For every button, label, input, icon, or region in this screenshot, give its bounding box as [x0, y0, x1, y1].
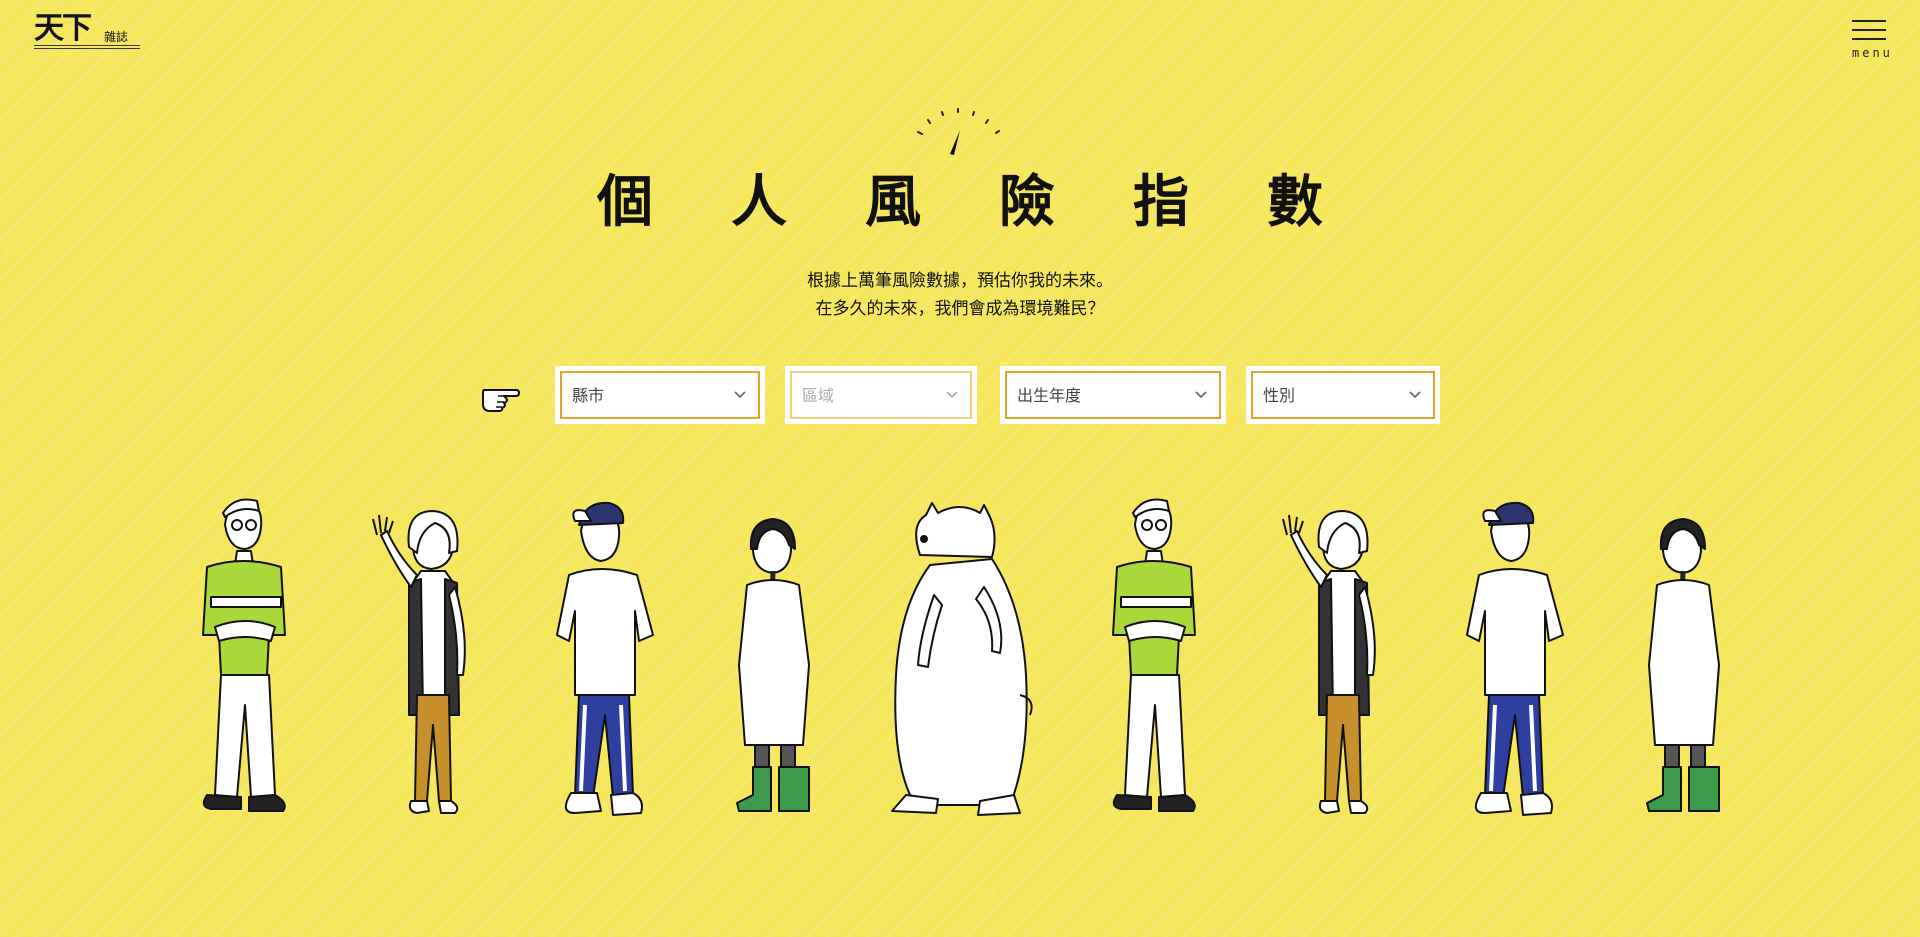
county-select-label: 縣市 — [572, 386, 605, 405]
gender-select-box[interactable]: 性別 — [1251, 371, 1435, 419]
woman-waving-icon[interactable] — [365, 495, 485, 825]
district-select-label: 區域 — [802, 386, 835, 405]
polar-bear-icon[interactable] — [880, 495, 1040, 825]
hamburger-icon — [1852, 20, 1886, 22]
man-glasses-green-shirt-icon[interactable] — [1095, 495, 1215, 825]
girl-braids-green-boots-icon[interactable] — [725, 495, 825, 825]
chevron-down-icon — [1409, 391, 1421, 399]
hamburger-icon-bar — [1852, 38, 1886, 40]
gender-select-label: 性別 — [1263, 386, 1296, 405]
subtitle-line: 根據上萬筆風險數據，預估你我的未來。 — [807, 271, 1113, 291]
girl-braids-green-boots-icon[interactable] — [1635, 495, 1735, 825]
menu-label: menu — [1852, 46, 1893, 60]
pointing-hand-icon — [482, 389, 520, 412]
page-title: 個人風險指數 — [597, 170, 1401, 235]
menu-button[interactable]: menu — [1848, 18, 1898, 64]
logo-main-text: 天下 — [34, 11, 92, 46]
hamburger-icon-bar — [1852, 29, 1886, 31]
chevron-down-icon — [734, 391, 746, 399]
page-subtitle: 根據上萬筆風險數據，預估你我的未來。 在多久的未來，我們會成為環境難民？ — [0, 267, 1920, 323]
gender-select[interactable]: 性別 — [1246, 366, 1440, 424]
logo-sub-text: 雜誌 — [104, 30, 129, 44]
cap-guy-blue-pants-icon[interactable] — [545, 495, 665, 825]
chevron-down-icon — [946, 391, 958, 399]
birth-year-select-box[interactable]: 出生年度 — [1005, 371, 1221, 419]
chevron-down-icon — [1195, 391, 1207, 399]
birth-year-select[interactable]: 出生年度 — [1000, 366, 1226, 424]
birth-year-select-label: 出生年度 — [1017, 386, 1082, 405]
woman-waving-icon[interactable] — [1275, 495, 1395, 825]
subtitle-line: 在多久的未來，我們會成為環境難民？ — [815, 299, 1105, 319]
man-glasses-green-shirt-icon[interactable] — [185, 495, 305, 825]
district-select[interactable]: 區域 — [785, 366, 977, 424]
cap-guy-blue-pants-icon[interactable] — [1455, 495, 1575, 825]
site-logo[interactable]: 天下 雜誌 — [34, 12, 144, 52]
county-select-box[interactable]: 縣市 — [560, 371, 760, 419]
county-select[interactable]: 縣市 — [555, 366, 765, 424]
logo-rule — [34, 48, 140, 49]
district-select-box[interactable]: 區域 — [790, 371, 972, 419]
logo-rule — [34, 45, 140, 46]
risk-gauge-icon — [917, 108, 1000, 155]
